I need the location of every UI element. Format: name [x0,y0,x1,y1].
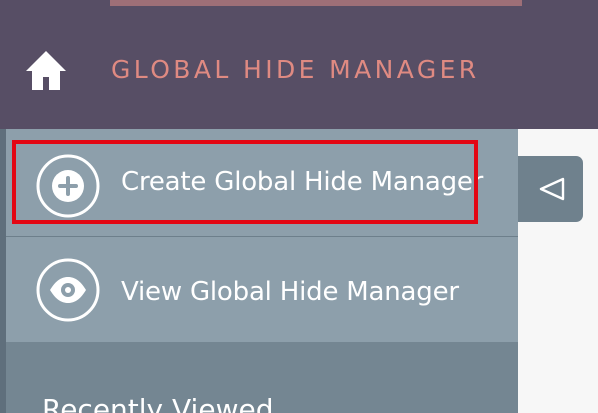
recently-viewed-title: Recently Viewed [42,393,274,413]
view-global-hide-manager-item[interactable]: View Global Hide Manager [6,237,518,342]
create-global-hide-manager-label: Create Global Hide Manager [121,167,484,197]
module-header: GLOBAL HIDE MANAGER [0,0,598,129]
recently-viewed-section: Recently Viewed [6,342,518,413]
module-title: GLOBAL HIDE MANAGER [111,55,480,84]
header-top-strip [110,0,522,6]
plus-circle-icon [35,153,101,219]
triangle-left-icon [539,177,565,201]
home-icon[interactable] [24,49,68,91]
create-global-hide-manager-item[interactable]: Create Global Hide Manager [6,133,518,236]
app-frame: GLOBAL HIDE MANAGER Create Global Hide M… [0,0,598,413]
sidebar-collapse-toggle[interactable] [518,156,583,222]
actions-sidebar: Create Global Hide Manager View Global H… [0,129,518,413]
view-global-hide-manager-label: View Global Hide Manager [121,277,459,307]
eye-icon [35,257,101,323]
